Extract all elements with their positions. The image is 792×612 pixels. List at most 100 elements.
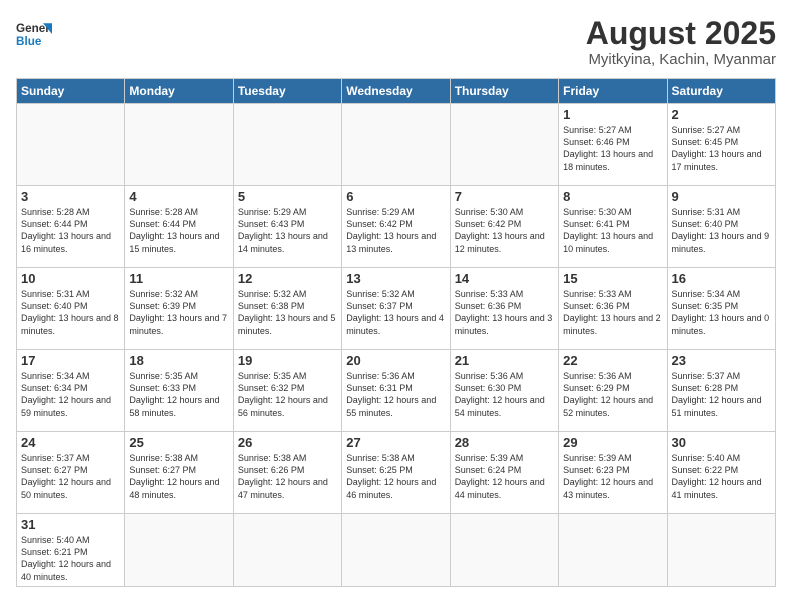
calendar-cell: 19Sunrise: 5:35 AM Sunset: 6:32 PM Dayli…: [233, 350, 341, 432]
day-info: Sunrise: 5:36 AM Sunset: 6:29 PM Dayligh…: [563, 370, 662, 419]
weekday-header-monday: Monday: [125, 79, 233, 104]
day-info: Sunrise: 5:38 AM Sunset: 6:25 PM Dayligh…: [346, 452, 445, 501]
day-number: 24: [21, 435, 120, 450]
day-info: Sunrise: 5:34 AM Sunset: 6:34 PM Dayligh…: [21, 370, 120, 419]
calendar-cell: 4Sunrise: 5:28 AM Sunset: 6:44 PM Daylig…: [125, 186, 233, 268]
day-number: 2: [672, 107, 771, 122]
calendar-cell: 8 Sunrise: 5:30 AM Sunset: 6:41 PM Daylig…: [559, 186, 667, 268]
day-info: Sunrise: 5:35 AM Sunset: 6:32 PM Dayligh…: [238, 370, 337, 419]
day-info: Sunrise: 5:29 AM Sunset: 6:43 PM Dayligh…: [238, 206, 337, 255]
calendar-table: SundayMondayTuesdayWednesdayThursdayFrid…: [16, 78, 776, 587]
calendar-cell: 16 Sunrise: 5:34 AM Sunset: 6:35 PM Dayli…: [667, 268, 775, 350]
calendar-cell: [342, 514, 450, 587]
calendar-subtitle: Myitkyina, Kachin, Myanmar: [586, 51, 776, 68]
day-number: 9: [672, 189, 771, 204]
day-number: 5: [238, 189, 337, 204]
week-row-1: 3 Sunrise: 5:28 AM Sunset: 6:44 PM Daylig…: [17, 186, 776, 268]
week-row-2: 10 Sunrise: 5:31 AM Sunset: 6:40 PM Dayli…: [17, 268, 776, 350]
day-info: Sunrise: 5:36 AM Sunset: 6:30 PM Dayligh…: [455, 370, 554, 419]
calendar-cell: 25 Sunrise: 5:38 AM Sunset: 6:27 PM Dayli…: [125, 432, 233, 514]
calendar-cell: [450, 104, 558, 186]
calendar-cell: 15 Sunrise: 5:33 AM Sunset: 6:36 PM Dayli…: [559, 268, 667, 350]
day-number: 12: [238, 271, 337, 286]
day-info: Sunrise: 5:31 AM Sunset: 6:40 PM Dayligh…: [672, 206, 771, 255]
day-info: Sunrise: 5:30 AM Sunset: 6:42 PM Dayligh…: [455, 206, 554, 255]
calendar-body: 1Sunrise: 5:27 AM Sunset: 6:46 PM Daylig…: [17, 104, 776, 587]
day-number: 10: [21, 271, 120, 286]
calendar-cell: [559, 514, 667, 587]
day-number: 17: [21, 353, 120, 368]
week-row-3: 17 Sunrise: 5:34 AM Sunset: 6:34 PM Dayli…: [17, 350, 776, 432]
weekday-header-wednesday: Wednesday: [342, 79, 450, 104]
calendar-cell: 14Sunrise: 5:33 AM Sunset: 6:36 PM Dayli…: [450, 268, 558, 350]
weekday-header-saturday: Saturday: [667, 79, 775, 104]
calendar-cell: [125, 104, 233, 186]
calendar-title: August 2025: [586, 16, 776, 51]
calendar-cell: 5 Sunrise: 5:29 AM Sunset: 6:43 PM Daylig…: [233, 186, 341, 268]
calendar-cell: 27 Sunrise: 5:38 AM Sunset: 6:25 PM Dayli…: [342, 432, 450, 514]
day-number: 8: [563, 189, 662, 204]
day-number: 23: [672, 353, 771, 368]
day-info: Sunrise: 5:32 AM Sunset: 6:38 PM Dayligh…: [238, 288, 337, 337]
calendar-cell: [17, 104, 125, 186]
day-info: Sunrise: 5:31 AM Sunset: 6:40 PM Dayligh…: [21, 288, 120, 337]
calendar-cell: 26Sunrise: 5:38 AM Sunset: 6:26 PM Dayli…: [233, 432, 341, 514]
day-number: 14: [455, 271, 554, 286]
day-number: 22: [563, 353, 662, 368]
day-info: Sunrise: 5:29 AM Sunset: 6:42 PM Dayligh…: [346, 206, 445, 255]
day-info: Sunrise: 5:28 AM Sunset: 6:44 PM Dayligh…: [129, 206, 228, 255]
logo-svg: General Blue: [16, 16, 52, 52]
calendar-cell: 21 Sunrise: 5:36 AM Sunset: 6:30 PM Dayli…: [450, 350, 558, 432]
day-number: 31: [21, 517, 120, 532]
calendar-cell: 11Sunrise: 5:32 AM Sunset: 6:39 PM Dayli…: [125, 268, 233, 350]
header: General Blue August 2025 Myitkyina, Kach…: [16, 16, 776, 68]
title-area: August 2025 Myitkyina, Kachin, Myanmar: [586, 16, 776, 68]
day-number: 11: [129, 271, 228, 286]
day-info: Sunrise: 5:37 AM Sunset: 6:27 PM Dayligh…: [21, 452, 120, 501]
calendar-cell: [342, 104, 450, 186]
day-number: 15: [563, 271, 662, 286]
day-number: 18: [129, 353, 228, 368]
day-number: 27: [346, 435, 445, 450]
calendar-cell: 1Sunrise: 5:27 AM Sunset: 6:46 PM Daylig…: [559, 104, 667, 186]
calendar-cell: 22 Sunrise: 5:36 AM Sunset: 6:29 PM Dayli…: [559, 350, 667, 432]
calendar-cell: 6Sunrise: 5:29 AM Sunset: 6:42 PM Daylig…: [342, 186, 450, 268]
calendar-cell: 18 Sunrise: 5:35 AM Sunset: 6:33 PM Dayli…: [125, 350, 233, 432]
day-info: Sunrise: 5:35 AM Sunset: 6:33 PM Dayligh…: [129, 370, 228, 419]
day-number: 21: [455, 353, 554, 368]
calendar-cell: [233, 104, 341, 186]
calendar-cell: 3Sunrise: 5:28 AM Sunset: 6:44 PM Daylig…: [17, 186, 125, 268]
calendar-cell: 30 Sunrise: 5:40 AM Sunset: 6:22 PM Dayli…: [667, 432, 775, 514]
day-info: Sunrise: 5:38 AM Sunset: 6:27 PM Dayligh…: [129, 452, 228, 501]
calendar-cell: [450, 514, 558, 587]
calendar-cell: 10 Sunrise: 5:31 AM Sunset: 6:40 PM Dayli…: [17, 268, 125, 350]
day-info: Sunrise: 5:40 AM Sunset: 6:22 PM Dayligh…: [672, 452, 771, 501]
day-info: Sunrise: 5:33 AM Sunset: 6:36 PM Dayligh…: [563, 288, 662, 337]
calendar-cell: 28 Sunrise: 5:39 AM Sunset: 6:24 PM Dayli…: [450, 432, 558, 514]
day-info: Sunrise: 5:39 AM Sunset: 6:24 PM Dayligh…: [455, 452, 554, 501]
calendar-cell: 17 Sunrise: 5:34 AM Sunset: 6:34 PM Dayli…: [17, 350, 125, 432]
day-info: Sunrise: 5:38 AM Sunset: 6:26 PM Dayligh…: [238, 452, 337, 501]
day-number: 29: [563, 435, 662, 450]
day-info: Sunrise: 5:34 AM Sunset: 6:35 PM Dayligh…: [672, 288, 771, 337]
day-info: Sunrise: 5:32 AM Sunset: 6:37 PM Dayligh…: [346, 288, 445, 337]
day-number: 20: [346, 353, 445, 368]
week-row-0: 1Sunrise: 5:27 AM Sunset: 6:46 PM Daylig…: [17, 104, 776, 186]
calendar-cell: 7Sunrise: 5:30 AM Sunset: 6:42 PM Daylig…: [450, 186, 558, 268]
day-number: 30: [672, 435, 771, 450]
day-number: 25: [129, 435, 228, 450]
weekday-header-friday: Friday: [559, 79, 667, 104]
day-number: 13: [346, 271, 445, 286]
calendar-cell: 12 Sunrise: 5:32 AM Sunset: 6:38 PM Dayli…: [233, 268, 341, 350]
day-info: Sunrise: 5:27 AM Sunset: 6:46 PM Dayligh…: [563, 124, 662, 173]
day-number: 3: [21, 189, 120, 204]
day-info: Sunrise: 5:30 AM Sunset: 6:41 PM Dayligh…: [563, 206, 662, 255]
calendar-cell: 24 Sunrise: 5:37 AM Sunset: 6:27 PM Dayli…: [17, 432, 125, 514]
weekday-header-tuesday: Tuesday: [233, 79, 341, 104]
weekday-header-thursday: Thursday: [450, 79, 558, 104]
week-row-5: 31Sunrise: 5:40 AM Sunset: 6:21 PM Dayli…: [17, 514, 776, 587]
day-number: 28: [455, 435, 554, 450]
day-number: 16: [672, 271, 771, 286]
calendar-cell: 20Sunrise: 5:36 AM Sunset: 6:31 PM Dayli…: [342, 350, 450, 432]
day-info: Sunrise: 5:27 AM Sunset: 6:45 PM Dayligh…: [672, 124, 771, 173]
